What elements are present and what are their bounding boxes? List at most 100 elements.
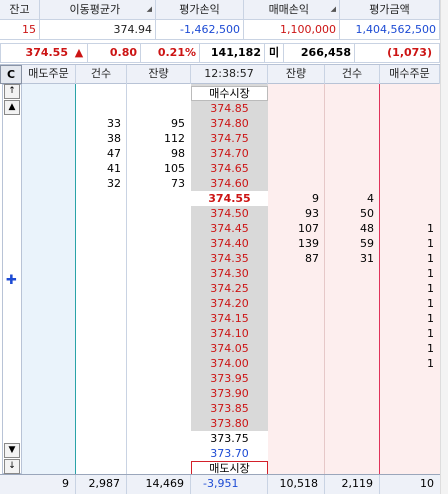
buy-order-cell[interactable]: 1 — [380, 341, 440, 356]
price-cell[interactable]: 374.80 — [191, 116, 268, 131]
total-bid-count: 2,119 — [325, 475, 380, 494]
price-cell[interactable]: 374.55 — [191, 191, 268, 206]
price-cell[interactable]: 374.10 — [191, 326, 268, 341]
price-cell[interactable]: 374.15 — [191, 311, 268, 326]
bid-cnt-cell: 48 — [360, 222, 374, 235]
bid-count-column — [325, 84, 380, 474]
market-order-button[interactable]: 매수시장 — [191, 86, 268, 101]
ask-qty-cell: 105 — [164, 162, 185, 175]
up-arrow-icon: ▲ — [74, 46, 84, 59]
sort-triangle-icon[interactable]: ◢ — [147, 0, 152, 19]
bid-qty-cell: 87 — [305, 252, 319, 265]
ask-cnt-cell: 33 — [107, 117, 121, 130]
scroll-bottom-button[interactable]: ↓ — [4, 459, 20, 474]
vertical-scrollbar[interactable] — [440, 0, 448, 494]
price-cell[interactable]: 374.85 — [191, 101, 268, 116]
time-header: 12:38:57 — [191, 65, 268, 84]
ask-qty-cell: 73 — [171, 177, 185, 190]
ask-cnt-cell: 38 — [107, 132, 121, 145]
center-marker-icon[interactable]: ✚ — [6, 273, 17, 288]
ask-qty-cell: 112 — [164, 132, 185, 145]
price-cell[interactable]: 374.20 — [191, 296, 268, 311]
bid-cnt-cell: 59 — [360, 237, 374, 250]
bid-count-header: 건수 — [325, 65, 380, 84]
ask-cnt-cell: 32 — [107, 177, 121, 190]
scroll-down-button[interactable]: ▼ — [4, 443, 20, 458]
total-buy-order: 10 — [420, 477, 434, 490]
price-cell[interactable]: 374.65 — [191, 161, 268, 176]
scroll-top-button[interactable]: ↑ — [4, 84, 20, 99]
buy-order-cell[interactable]: 1 — [380, 221, 440, 236]
qty-difference: -3,951 — [191, 475, 268, 494]
buy-order-cell[interactable]: 1 — [380, 296, 440, 311]
price-cell[interactable]: 374.60 — [191, 176, 268, 191]
ask-qty-header: 잔량 — [127, 65, 191, 84]
oi-flag: 미 — [268, 46, 280, 59]
price-cell[interactable]: 373.70 — [191, 446, 268, 461]
eval-pnl-value: -1,462,500 — [156, 20, 244, 40]
position-summary: 잔고 이동평균가 ◢ 평가손익 매매손익 ◢ 평가금액 15 374.94 -1,4… — [0, 0, 448, 40]
orderbook-ladder: ↑ ▲ ✚ ▼ ↓ 매수시장 374.85 33 95 374.80 38 112 374.7… — [0, 84, 440, 476]
volume: 141,182 — [210, 46, 261, 59]
price-cell[interactable]: 373.75 — [191, 431, 268, 446]
scroll-up-button[interactable]: ▲ — [4, 100, 20, 115]
orderbook-header: C 매도주문 건수 잔량 12:38:57 잔량 건수 매수주문 — [0, 64, 440, 84]
bid-qty-cell: 9 — [312, 192, 319, 205]
buy-order-header: 매수주문 — [380, 65, 440, 84]
total-bid-qty: 10,518 — [268, 475, 325, 494]
eval-amount-header: 평가금액 — [340, 0, 440, 20]
price-cell[interactable]: 374.75 — [191, 131, 268, 146]
buy-order-cell[interactable]: 1 — [380, 251, 440, 266]
price-cell[interactable]: 374.40 — [191, 236, 268, 251]
eval-pnl-header: 평가손익 — [156, 0, 244, 20]
ask-count-header: 건수 — [76, 65, 127, 84]
price-cell[interactable]: 374.70 — [191, 146, 268, 161]
price-cell[interactable]: 373.90 — [191, 386, 268, 401]
price-cell[interactable]: 373.95 — [191, 371, 268, 386]
sell-order-header: 매도주문 — [22, 65, 76, 84]
buy-order-cell[interactable]: 1 — [380, 281, 440, 296]
bid-qty-cell: 139 — [298, 237, 319, 250]
sell-order-column[interactable] — [22, 84, 76, 474]
bid-qty-header: 잔량 — [268, 65, 325, 84]
price-scroller[interactable]: ↑ ▲ ✚ ▼ ↓ — [2, 84, 22, 474]
sort-triangle-icon[interactable]: ◢ — [331, 0, 336, 19]
oi-change: (1,073) — [387, 46, 432, 59]
buy-order-cell[interactable]: 1 — [380, 236, 440, 251]
price-change: 0.80 — [109, 46, 137, 59]
price-cell[interactable]: 374.30 — [191, 266, 268, 281]
price-cell[interactable]: 374.00 — [191, 356, 268, 371]
avg-price-value: 374.94 — [40, 20, 156, 40]
total-sell-order: 9 — [0, 475, 76, 494]
buy-order-cell[interactable]: 1 — [380, 311, 440, 326]
buy-order-cell[interactable]: 1 — [380, 326, 440, 341]
price-cell[interactable]: 374.45 — [191, 221, 268, 236]
bid-qty-cell: 107 — [298, 222, 319, 235]
open-interest: 266,458 — [300, 46, 351, 59]
avg-price-header: 이동평균가 ◢ — [40, 0, 156, 20]
price-cell[interactable]: 374.05 — [191, 341, 268, 356]
buy-order-cell[interactable]: 1 — [380, 356, 440, 371]
eval-amount-value: 1,404,562,500 — [340, 20, 440, 40]
buy-order-cell[interactable]: 1 — [380, 266, 440, 281]
price-cell[interactable]: 374.50 — [191, 206, 268, 221]
bid-cnt-cell: 4 — [367, 192, 374, 205]
ask-qty-cell: 95 — [171, 117, 185, 130]
current-price: 374.55 — [25, 46, 68, 59]
price-cell[interactable]: 373.85 — [191, 401, 268, 416]
ask-qty-cell: 98 — [171, 147, 185, 160]
trade-pnl-value: 1,100,000 — [244, 20, 340, 40]
ask-cnt-cell: 41 — [107, 162, 121, 175]
price-cell[interactable]: 373.80 — [191, 416, 268, 431]
total-ask-count: 2,987 — [76, 475, 127, 494]
bid-qty-column — [268, 84, 325, 474]
balance-header: 잔고 — [0, 0, 40, 20]
cancel-all-button[interactable]: C — [0, 65, 22, 84]
totals-row: 9 2,987 14,469 -3,951 10,518 2,119 10 — [0, 474, 440, 494]
price-cell[interactable]: 374.25 — [191, 281, 268, 296]
price-cell[interactable]: 374.35 — [191, 251, 268, 266]
total-ask-qty: 14,469 — [127, 475, 191, 494]
quote-bar: 374.55 ▲ 0.80 0.21% 141,182 미 266,458 (1… — [0, 43, 440, 63]
bid-cnt-cell: 31 — [360, 252, 374, 265]
bid-qty-cell: 93 — [305, 207, 319, 220]
